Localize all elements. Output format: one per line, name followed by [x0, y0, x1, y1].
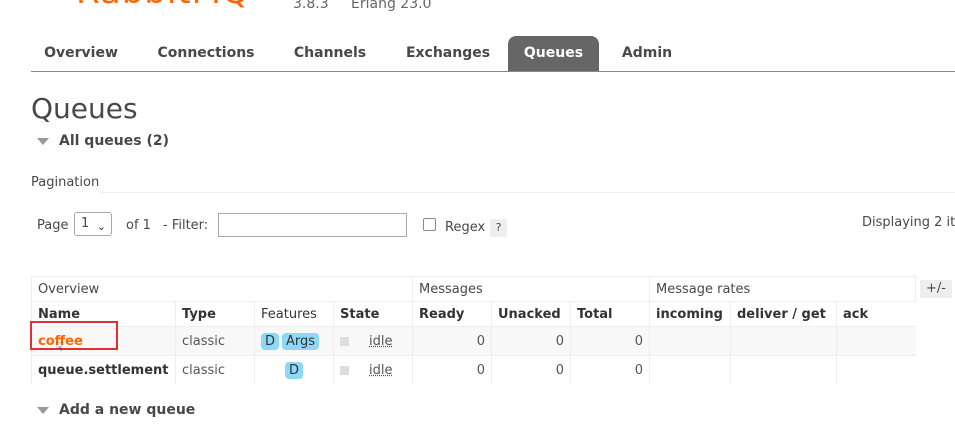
version-label: 3.8.3	[293, 0, 329, 12]
table-row[interactable]: queue.settlement classic D idle 0 0 0	[31, 355, 916, 384]
unacked-count: 0	[491, 355, 571, 384]
col-features[interactable]: Features	[254, 301, 334, 327]
state-label: idle	[369, 333, 393, 349]
state-indicator-icon	[340, 365, 349, 375]
group-overview: Overview	[31, 276, 413, 302]
regex-checkbox[interactable]	[423, 218, 436, 231]
ready-count: 0	[412, 326, 492, 356]
add-queue-label: Add a new queue	[59, 402, 196, 418]
chevron-down-icon: ⌄	[96, 220, 106, 233]
collapse-triangle-icon	[37, 137, 49, 145]
unacked-count: 0	[491, 326, 571, 356]
col-ready[interactable]: Ready	[412, 301, 492, 327]
col-state[interactable]: State	[333, 301, 413, 327]
col-type[interactable]: Type	[175, 301, 255, 327]
collapse-triangle-icon	[37, 406, 49, 414]
all-queues-label: All queues (2)	[59, 133, 169, 149]
erlang-version-label: Erlang 23.0	[351, 0, 432, 12]
tab-exchanges[interactable]: Exchanges	[398, 36, 498, 71]
queue-state: idle	[333, 355, 413, 384]
col-deliver-get[interactable]: deliver / get	[730, 301, 837, 327]
logo-text: RabbitMQ	[76, 0, 250, 10]
queue-features: D	[254, 355, 334, 384]
ready-count: 0	[412, 355, 492, 384]
page-select[interactable]: 1 ⌄	[74, 212, 112, 236]
tab-queues[interactable]: Queues	[508, 36, 599, 71]
col-ack[interactable]: ack	[836, 301, 916, 327]
group-message-rates: Message rates	[649, 276, 916, 302]
total-count: 0	[570, 326, 650, 356]
state-label: idle	[369, 362, 393, 378]
queue-name-link[interactable]: queue.settlement	[38, 363, 168, 378]
pointer-cursor-icon: ☟	[56, 340, 64, 354]
highlight-box	[30, 321, 118, 350]
state-indicator-icon	[340, 336, 349, 346]
rate-incoming	[649, 326, 731, 356]
feature-badge-durable[interactable]: D	[261, 332, 280, 350]
pagination-label: Pagination	[31, 175, 100, 190]
regex-help-button[interactable]: ?	[490, 219, 507, 237]
page-select-value: 1	[81, 216, 90, 231]
table-column-header: Name Type Features State Ready Unacked T…	[31, 301, 916, 327]
rate-ack	[836, 355, 916, 384]
table-group-header: Overview Messages Message rates	[31, 276, 916, 302]
queue-features: D Args	[254, 326, 334, 356]
tab-overview[interactable]: Overview	[37, 36, 125, 71]
col-total[interactable]: Total	[570, 301, 650, 327]
displaying-count: Displaying 2 it	[862, 215, 955, 230]
pagination-divider	[100, 192, 955, 193]
queue-state: idle	[333, 326, 413, 356]
feature-badge-durable[interactable]: D	[285, 361, 304, 379]
group-messages: Messages	[412, 276, 650, 302]
main-nav-tabs: Overview Connections Channels Exchanges …	[31, 36, 955, 72]
regex-label: Regex	[445, 220, 486, 235]
page-title: Queues	[31, 92, 138, 125]
all-queues-toggle[interactable]: All queues (2)	[37, 133, 169, 149]
queues-table: Overview Messages Message rates Name Typ…	[31, 276, 916, 384]
page-label: Page	[37, 218, 69, 233]
tab-connections[interactable]: Connections	[151, 36, 261, 71]
rate-ack	[836, 326, 916, 356]
total-count: 0	[570, 355, 650, 384]
feature-badge-args[interactable]: Args	[282, 332, 320, 350]
filter-input[interactable]	[218, 213, 407, 237]
filter-label: - Filter:	[163, 218, 209, 233]
tab-channels[interactable]: Channels	[285, 36, 375, 71]
col-incoming[interactable]: incoming	[649, 301, 731, 327]
table-row[interactable]: coffee classic D Args idle 0 0 0	[31, 326, 916, 356]
column-toggle-button[interactable]: +/-	[920, 280, 952, 298]
tab-admin[interactable]: Admin	[616, 36, 678, 71]
of-pages-label: of 1	[126, 218, 151, 233]
add-queue-toggle[interactable]: Add a new queue	[37, 402, 195, 418]
rabbitmq-logo: RabbitMQ TM	[40, 0, 280, 10]
col-unacked[interactable]: Unacked	[491, 301, 571, 327]
queue-type: classic	[175, 326, 255, 356]
queue-type: classic	[175, 355, 255, 384]
rate-deliver-get	[730, 355, 837, 384]
rate-deliver-get	[730, 326, 837, 356]
rate-incoming	[649, 355, 731, 384]
